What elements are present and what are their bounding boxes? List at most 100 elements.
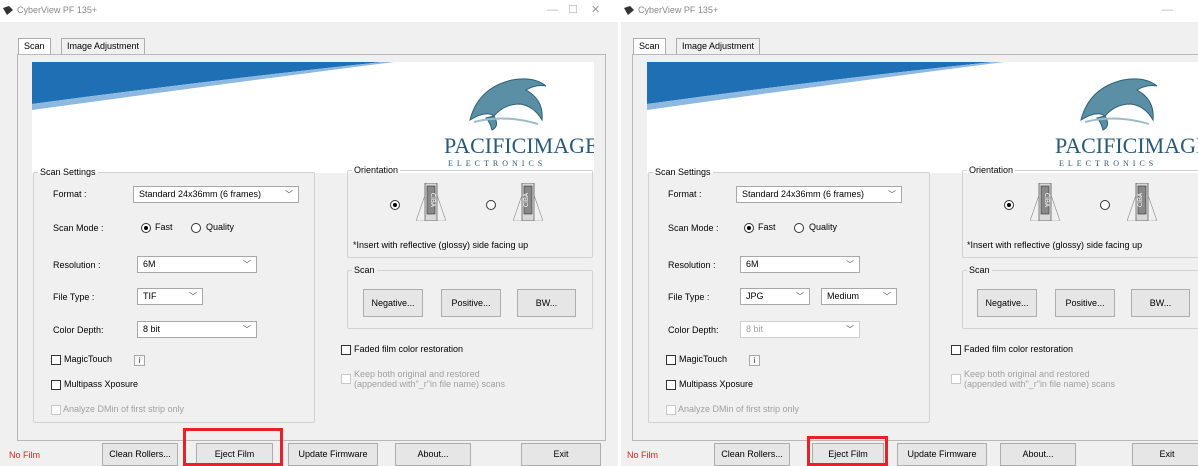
negative-button[interactable]: Negative... [977, 289, 1037, 317]
analyze-dmin-label: Analyze DMin of first strip only [63, 404, 185, 414]
file-type-select[interactable]: TIF ﹀ [137, 288, 203, 305]
brand-banner: PACIFICIMAGE ELECTRONICS [32, 62, 594, 173]
keep-both-label-line2: (appended with"_r"in file name) scans [964, 379, 1115, 389]
faded-film-checkbox[interactable] [341, 345, 351, 355]
color-depth-select[interactable]: 8 bit ﹀ [137, 321, 257, 338]
title-bar[interactable]: CyberView PF 135+ — [621, 0, 1198, 22]
negative-button[interactable]: Negative... [363, 289, 423, 317]
chevron-down-icon: ﹀ [189, 292, 197, 301]
format-select[interactable]: Standard 24x36mm (6 frames) ﹀ [736, 186, 902, 203]
faded-film-label: Faded film color restoration [964, 344, 1074, 354]
clean-rollers-button[interactable]: Clean Rollers... [714, 443, 790, 466]
color-depth-label: Color Depth: [53, 325, 104, 335]
scan-mode-fast-radio[interactable] [744, 223, 754, 233]
app-icon [624, 6, 634, 15]
format-select[interactable]: Standard 24x36mm (6 frames) ﹀ [133, 186, 299, 203]
magictouch-checkbox[interactable] [666, 355, 676, 365]
resolution-value: 6M [143, 259, 156, 269]
info-icon[interactable]: i [749, 355, 760, 366]
orientation-right-radio[interactable] [486, 200, 496, 210]
color-depth-select[interactable]: 8 bit ﹀ [740, 321, 860, 338]
file-type-label: File Type : [668, 292, 710, 302]
film-label: CIBA [523, 192, 530, 207]
positive-button[interactable]: Positive... [441, 289, 501, 317]
keep-both-label-line1: Keep both original and restored [964, 369, 1090, 379]
color-depth-value: 8 bit [143, 324, 161, 334]
dolphin-logo [1080, 78, 1158, 131]
chevron-down-icon: ﹀ [846, 325, 854, 334]
chevron-down-icon: ﹀ [796, 292, 804, 301]
resolution-label: Resolution : [668, 260, 716, 270]
update-firmware-button[interactable]: Update Firmware [288, 443, 378, 466]
file-type-select[interactable]: JPG ﹀ [740, 288, 810, 305]
jpeg-quality-select[interactable]: Medium ﹀ [821, 288, 897, 305]
format-label: Format : [668, 189, 702, 199]
exit-button[interactable]: Exit [1132, 443, 1198, 466]
keep-both-checkbox[interactable] [951, 374, 961, 384]
clean-rollers-button[interactable]: Clean Rollers... [102, 443, 178, 466]
faded-film-label: Faded film color restoration [354, 344, 464, 354]
scan-settings-legend: Scan Settings [655, 167, 711, 177]
scan-mode-quality-label: Quality [206, 222, 235, 232]
keep-both-label-line1: Keep both original and restored [354, 369, 480, 379]
orientation-left-radio[interactable] [1004, 200, 1014, 210]
jpeg-quality-value: Medium [827, 291, 860, 301]
film-strip-icon: CIBA [416, 183, 446, 221]
analyze-dmin-checkbox[interactable] [666, 405, 676, 415]
update-firmware-button[interactable]: Update Firmware [897, 443, 987, 466]
minimize-icon[interactable]: — [547, 4, 558, 16]
format-value: Standard 24x36mm (6 frames) [742, 189, 865, 199]
title-bar[interactable]: CyberView PF 135+ — ☐ ✕ [0, 0, 618, 22]
magictouch-checkbox[interactable] [51, 355, 61, 365]
scan-legend: Scan [969, 265, 990, 275]
bw-button[interactable]: BW... [517, 289, 576, 317]
no-film-status: No Film [9, 450, 40, 460]
maximize-icon[interactable]: ☐ [568, 4, 578, 16]
keep-both-label-line2: (appended with"_r"in file name) scans [354, 379, 505, 389]
color-depth-value: 8 bit [746, 324, 764, 334]
cyberview-window-right: CyberView PF 135+ — Scan Image Adjustmen… [621, 0, 1198, 466]
orientation-left-radio[interactable] [390, 200, 400, 210]
info-icon[interactable]: i [134, 355, 145, 366]
scan-mode-fast-label: Fast [155, 222, 173, 232]
scan-mode-fast-radio[interactable] [141, 223, 151, 233]
bw-button[interactable]: BW... [1131, 289, 1190, 317]
analyze-dmin-checkbox[interactable] [51, 405, 61, 415]
eject-film-highlight [183, 428, 283, 466]
scan-mode-label: Scan Mode : [53, 223, 104, 233]
multipass-label: Multipass Xposure [64, 379, 139, 389]
scan-panel: PACIFICIMAGE ELECTRONICS Scan Settings F… [632, 54, 1198, 441]
film-strip-icon: CIBA [1030, 183, 1060, 221]
orientation-legend: Orientation [354, 165, 399, 175]
resolution-select[interactable]: 6M ﹀ [740, 256, 860, 273]
brand-name: PACIFICIMAGE [444, 133, 594, 158]
tab-scan[interactable]: Scan [633, 38, 666, 55]
eject-film-highlight [807, 436, 888, 466]
exit-button[interactable]: Exit [521, 443, 601, 466]
tab-scan[interactable]: Scan [18, 38, 51, 55]
scan-mode-quality-radio[interactable] [794, 223, 804, 233]
tab-image-adjustment[interactable]: Image Adjustment [61, 38, 146, 54]
about-button[interactable]: About... [395, 443, 471, 466]
no-film-status: No Film [627, 450, 658, 460]
window-title: CyberView PF 135+ [17, 5, 98, 15]
resolution-value: 6M [746, 259, 759, 269]
faded-film-checkbox[interactable] [951, 345, 961, 355]
multipass-checkbox[interactable] [51, 380, 61, 390]
keep-both-checkbox[interactable] [341, 374, 351, 384]
scan-legend: Scan [354, 265, 375, 275]
tab-image-adjustment[interactable]: Image Adjustment [676, 38, 761, 54]
scan-mode-quality-radio[interactable] [191, 223, 201, 233]
chevron-down-icon: ﹀ [888, 190, 896, 199]
positive-button[interactable]: Positive... [1055, 289, 1115, 317]
orientation-note: *Insert with reflective (glossy) side fa… [967, 240, 1143, 250]
orientation-note: *Insert with reflective (glossy) side fa… [353, 240, 529, 250]
multipass-checkbox[interactable] [666, 380, 676, 390]
film-strip-icon: CIBA [1127, 183, 1157, 221]
window-title: CyberView PF 135+ [638, 5, 719, 15]
orientation-right-radio[interactable] [1100, 200, 1110, 210]
close-icon[interactable]: ✕ [591, 4, 600, 16]
resolution-select[interactable]: 6M ﹀ [137, 256, 257, 273]
about-button[interactable]: About... [1000, 443, 1076, 466]
minimize-icon[interactable]: — [1162, 4, 1173, 16]
